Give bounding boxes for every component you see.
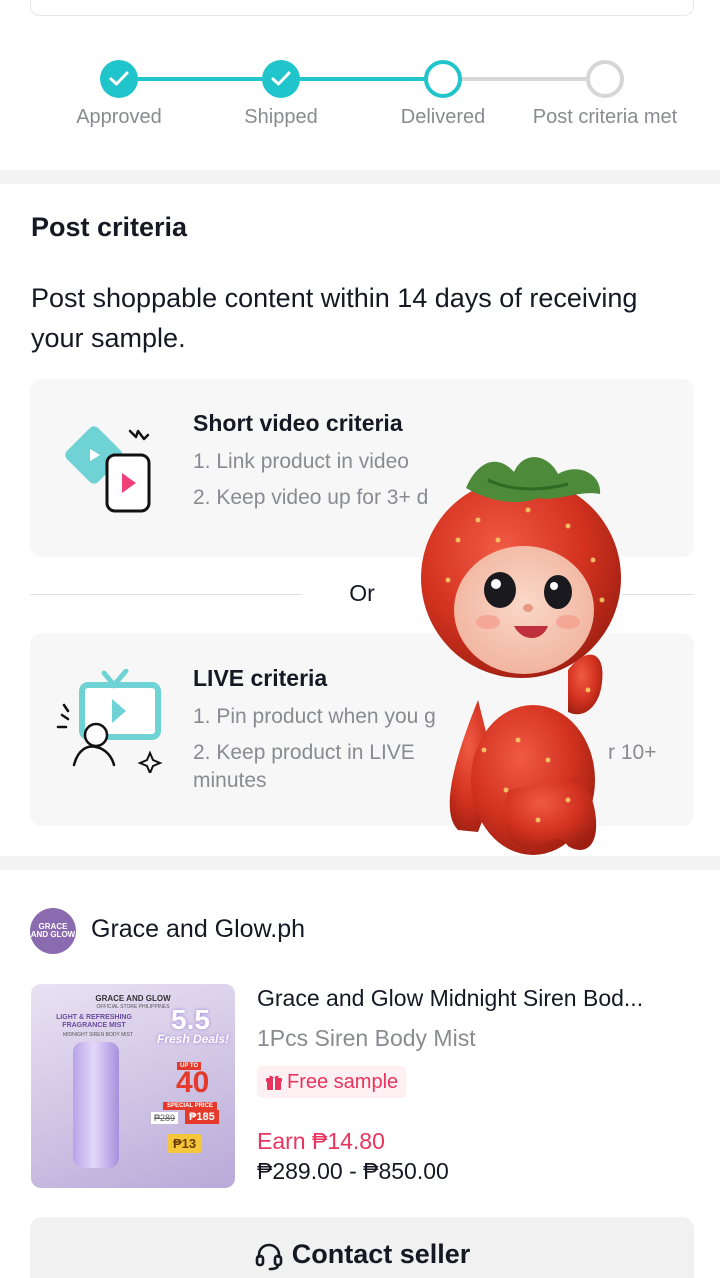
product-image-description: LIGHT & REFRESHING FRAGRANCE MIST (56, 1014, 132, 1029)
product-image-new-price: ₱185 (185, 1110, 219, 1124)
free-sample-label: Free sample (287, 1070, 399, 1093)
short-video-criteria-line-2: 2. Keep video up for 3+ d (193, 486, 429, 509)
live-criteria-title: LIVE criteria (193, 665, 328, 691)
step-label-shipped: Shipped (244, 106, 318, 128)
step-shipped-dot (262, 60, 300, 98)
free-sample-badge: Free sample (257, 1066, 407, 1098)
gift-icon (266, 1075, 282, 1090)
post-criteria-description: Post shoppable content within 14 days of… (31, 283, 638, 353)
step-delivered-dot (424, 60, 462, 98)
step-post-criteria-dot (586, 60, 624, 98)
product-image-variant: MIDNIGHT SIREN BODY MIST (62, 1032, 134, 1038)
commission-earn: Earn ₱14.80 (257, 1128, 385, 1154)
check-icon (109, 71, 129, 86)
product-image[interactable]: GRACE AND GLOW OFFICIAL STORE PHILIPPINE… (31, 984, 235, 1188)
step-approved-dot (100, 60, 138, 98)
headset-icon (255, 1243, 283, 1271)
step-label-delivered: Delivered (400, 106, 486, 128)
previous-card (30, 0, 694, 16)
product-image-special: SPECIAL PRICE (163, 1102, 217, 1110)
post-criteria-heading: Post criteria (31, 212, 188, 242)
short-video-icon (65, 426, 151, 513)
live-criteria-line-3: minutes (193, 769, 267, 792)
order-progress: Approved Shipped Delivered Post criteria… (0, 40, 720, 170)
contact-seller-label: Contact seller (291, 1239, 471, 1269)
live-criteria-line-1: 1. Pin product when you g (193, 705, 436, 728)
product-title[interactable]: Grace and Glow Midnight Siren Bod... (257, 985, 643, 1012)
product-image-promo-sub: Fresh Deals! (157, 1032, 230, 1046)
product-image-discount: 40 (176, 1066, 210, 1099)
step-label-approved: Approved (76, 106, 162, 128)
check-icon (271, 71, 291, 86)
progress-track-pending (443, 77, 605, 81)
price-range: ₱289.00 - ₱850.00 (257, 1158, 449, 1184)
contact-seller-button[interactable]: Contact seller (30, 1217, 694, 1278)
live-criteria-line-2: 2. Keep product in LIVE (193, 741, 415, 764)
step-label-post-criteria-met: Post criteria met (532, 106, 678, 128)
strawberry-mascot-sticker (421, 457, 621, 855)
product-image-brand: GRACE AND GLOW (95, 994, 171, 1003)
short-video-criteria-line-1: 1. Link product in video (193, 450, 409, 473)
product-image-voucher: ₱13 (167, 1134, 203, 1153)
seller-avatar[interactable]: GRACE AND GLOW (30, 908, 76, 954)
product-image-old-price: ₱289 (151, 1112, 179, 1124)
section-divider (0, 170, 720, 184)
product-variant: 1Pcs Siren Body Mist (257, 1025, 476, 1051)
live-stream-icon (56, 669, 163, 773)
short-video-criteria-title: Short video criteria (193, 410, 403, 436)
seller-name[interactable]: Grace and Glow.ph (91, 915, 305, 944)
product-bottle (73, 1042, 119, 1168)
